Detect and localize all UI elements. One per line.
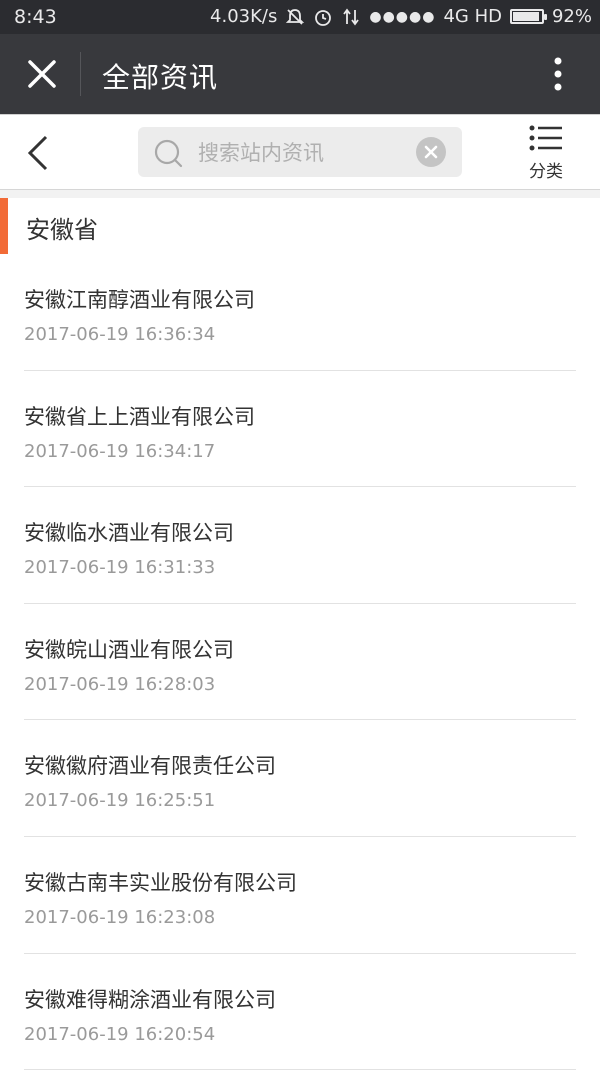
category-label: 分类 (529, 162, 563, 182)
search-icon (154, 139, 183, 168)
item-date: 2017-06-19 16:20:54 (24, 1023, 216, 1045)
list-item[interactable]: 安徽古南丰实业股份有限公司 2017-06-19 16:23:08 (0, 837, 600, 954)
net-speed: 4.03K/s (210, 6, 278, 27)
list-item[interactable]: 安徽徽府酒业有限责任公司 2017-06-19 16:25:51 (0, 720, 600, 837)
close-icon (28, 60, 56, 88)
status-bar: 8:43 4.03K/s ●●●●● 4G HD 92% (0, 0, 600, 34)
list-menu-icon (529, 125, 562, 151)
mute-icon (285, 7, 305, 27)
item-title: 安徽徽府酒业有限责任公司 (24, 754, 276, 779)
item-date: 2017-06-19 16:31:33 (24, 557, 216, 579)
section-accent-bar (0, 198, 8, 254)
item-date: 2017-06-19 16:25:51 (24, 790, 216, 812)
section-header: 安徽省 (0, 198, 600, 254)
status-indicators: 4.03K/s ●●●●● 4G HD 92% (210, 6, 592, 27)
search-input[interactable] (196, 133, 410, 173)
more-vertical-icon (554, 57, 562, 91)
top-bar-divider (80, 52, 81, 96)
clear-icon (424, 145, 438, 159)
item-title: 安徽临水酒业有限公司 (24, 521, 234, 546)
battery-icon (509, 9, 547, 24)
signal-strength: ●●●●● (369, 8, 436, 25)
back-chevron-icon (27, 135, 48, 171)
status-time: 8:43 (14, 6, 57, 28)
list-item[interactable]: 安徽皖山酒业有限公司 2017-06-19 16:28:03 (0, 604, 600, 721)
section-title: 安徽省 (26, 216, 98, 244)
app-top-bar: 全部资讯 (0, 34, 600, 114)
list-item[interactable]: 安徽江南醇酒业有限公司 2017-06-19 16:36:34 (0, 254, 600, 371)
network-type: 4G HD (443, 6, 502, 27)
battery-percent: 92% (551, 6, 592, 27)
section-gap (0, 190, 600, 198)
item-date: 2017-06-19 16:34:17 (24, 440, 216, 462)
page-title: 全部资讯 (102, 61, 219, 94)
item-title: 安徽江南醇酒业有限公司 (24, 288, 255, 312)
item-title: 安徽古南丰实业股份有限公司 (24, 870, 297, 895)
news-list: 安徽江南醇酒业有限公司 2017-06-19 16:36:34 安徽省上上酒业有… (0, 254, 600, 1070)
item-date: 2017-06-19 16:23:08 (24, 906, 216, 928)
search-bar: 分类 (0, 114, 600, 190)
alarm-icon (313, 7, 333, 27)
item-title: 安徽皖山酒业有限公司 (24, 637, 234, 662)
list-item[interactable]: 安徽临水酒业有限公司 2017-06-19 16:31:33 (0, 487, 600, 604)
back-button[interactable] (12, 127, 64, 179)
data-arrows-icon (341, 7, 361, 27)
search-box[interactable] (138, 127, 462, 177)
list-item[interactable]: 安徽省上上酒业有限公司 2017-06-19 16:34:17 (0, 371, 600, 488)
item-title: 安徽省上上酒业有限公司 (24, 404, 255, 429)
item-date: 2017-06-19 16:36:34 (24, 324, 216, 345)
item-date: 2017-06-19 16:28:03 (24, 673, 216, 695)
item-title: 安徽难得糊涂酒业有限公司 (24, 987, 276, 1012)
close-button[interactable] (14, 46, 70, 102)
list-item[interactable]: 安徽难得糊涂酒业有限公司 2017-06-19 16:20:54 (0, 954, 600, 1070)
category-button[interactable]: 分类 (522, 125, 570, 183)
clear-search-button[interactable] (416, 137, 446, 167)
more-options-button[interactable] (534, 50, 582, 98)
